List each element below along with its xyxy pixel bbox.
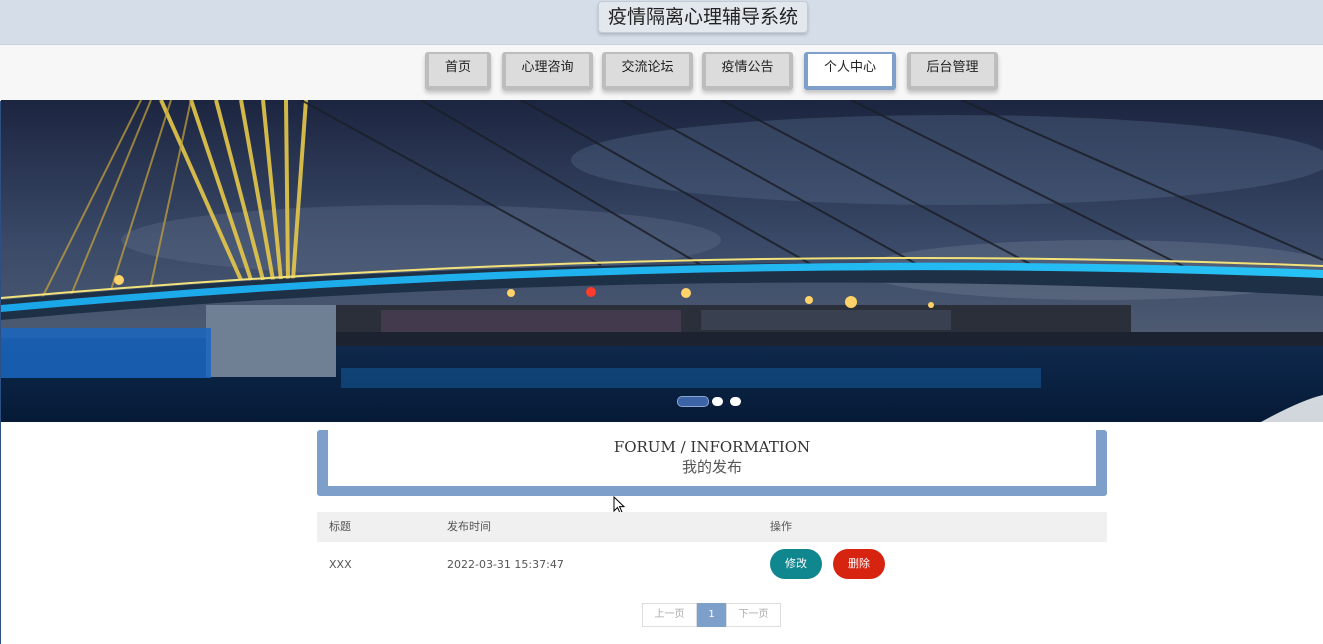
header-actions: 操作 [770, 520, 792, 533]
carousel-dot-1[interactable] [677, 396, 709, 407]
nav-personal-center[interactable]: 个人中心 [804, 52, 896, 90]
page-1-button[interactable]: 1 [697, 603, 726, 627]
header-title: 标题 [329, 520, 351, 533]
row-title: XXX [329, 558, 352, 571]
nav-counseling[interactable]: 心理咨询 [502, 52, 593, 90]
site-header: 疫情隔离心理辅导系统 [0, 0, 1323, 44]
main-nav: 首页 心理咨询 交流论坛 疫情公告 个人中心 后台管理 [0, 44, 1323, 101]
carousel-dot-2[interactable] [712, 397, 723, 406]
header-publish-time: 发布时间 [447, 520, 491, 533]
section-heading: FORUM / INFORMATION 我的发布 [317, 430, 1107, 496]
banner-carousel [1, 100, 1323, 422]
edit-button[interactable]: 修改 [770, 549, 822, 579]
banner-image [1, 100, 1323, 422]
posts-table: 标题 发布时间 操作 XXX 2022-03-31 15:37:47 修改 删除 [317, 512, 1107, 588]
nav-announcements[interactable]: 疫情公告 [702, 52, 793, 90]
nav-admin[interactable]: 后台管理 [907, 52, 998, 90]
table-row: XXX 2022-03-31 15:37:47 修改 删除 [317, 542, 1107, 588]
section-title-cn: 我的发布 [681, 458, 742, 476]
nav-forum[interactable]: 交流论坛 [602, 52, 693, 90]
pagination: 上一页 1 下一页 [642, 603, 781, 627]
next-page-button[interactable]: 下一页 [726, 603, 781, 627]
section-title-en: FORUM / INFORMATION [613, 438, 811, 456]
row-publish-time: 2022-03-31 15:37:47 [447, 558, 564, 571]
prev-page-button[interactable]: 上一页 [642, 603, 697, 627]
delete-button[interactable]: 删除 [833, 549, 885, 579]
table-header: 标题 发布时间 操作 [317, 512, 1107, 542]
nav-home[interactable]: 首页 [425, 52, 491, 90]
carousel-dot-3[interactable] [730, 397, 741, 406]
site-title: 疫情隔离心理辅导系统 [598, 1, 809, 33]
